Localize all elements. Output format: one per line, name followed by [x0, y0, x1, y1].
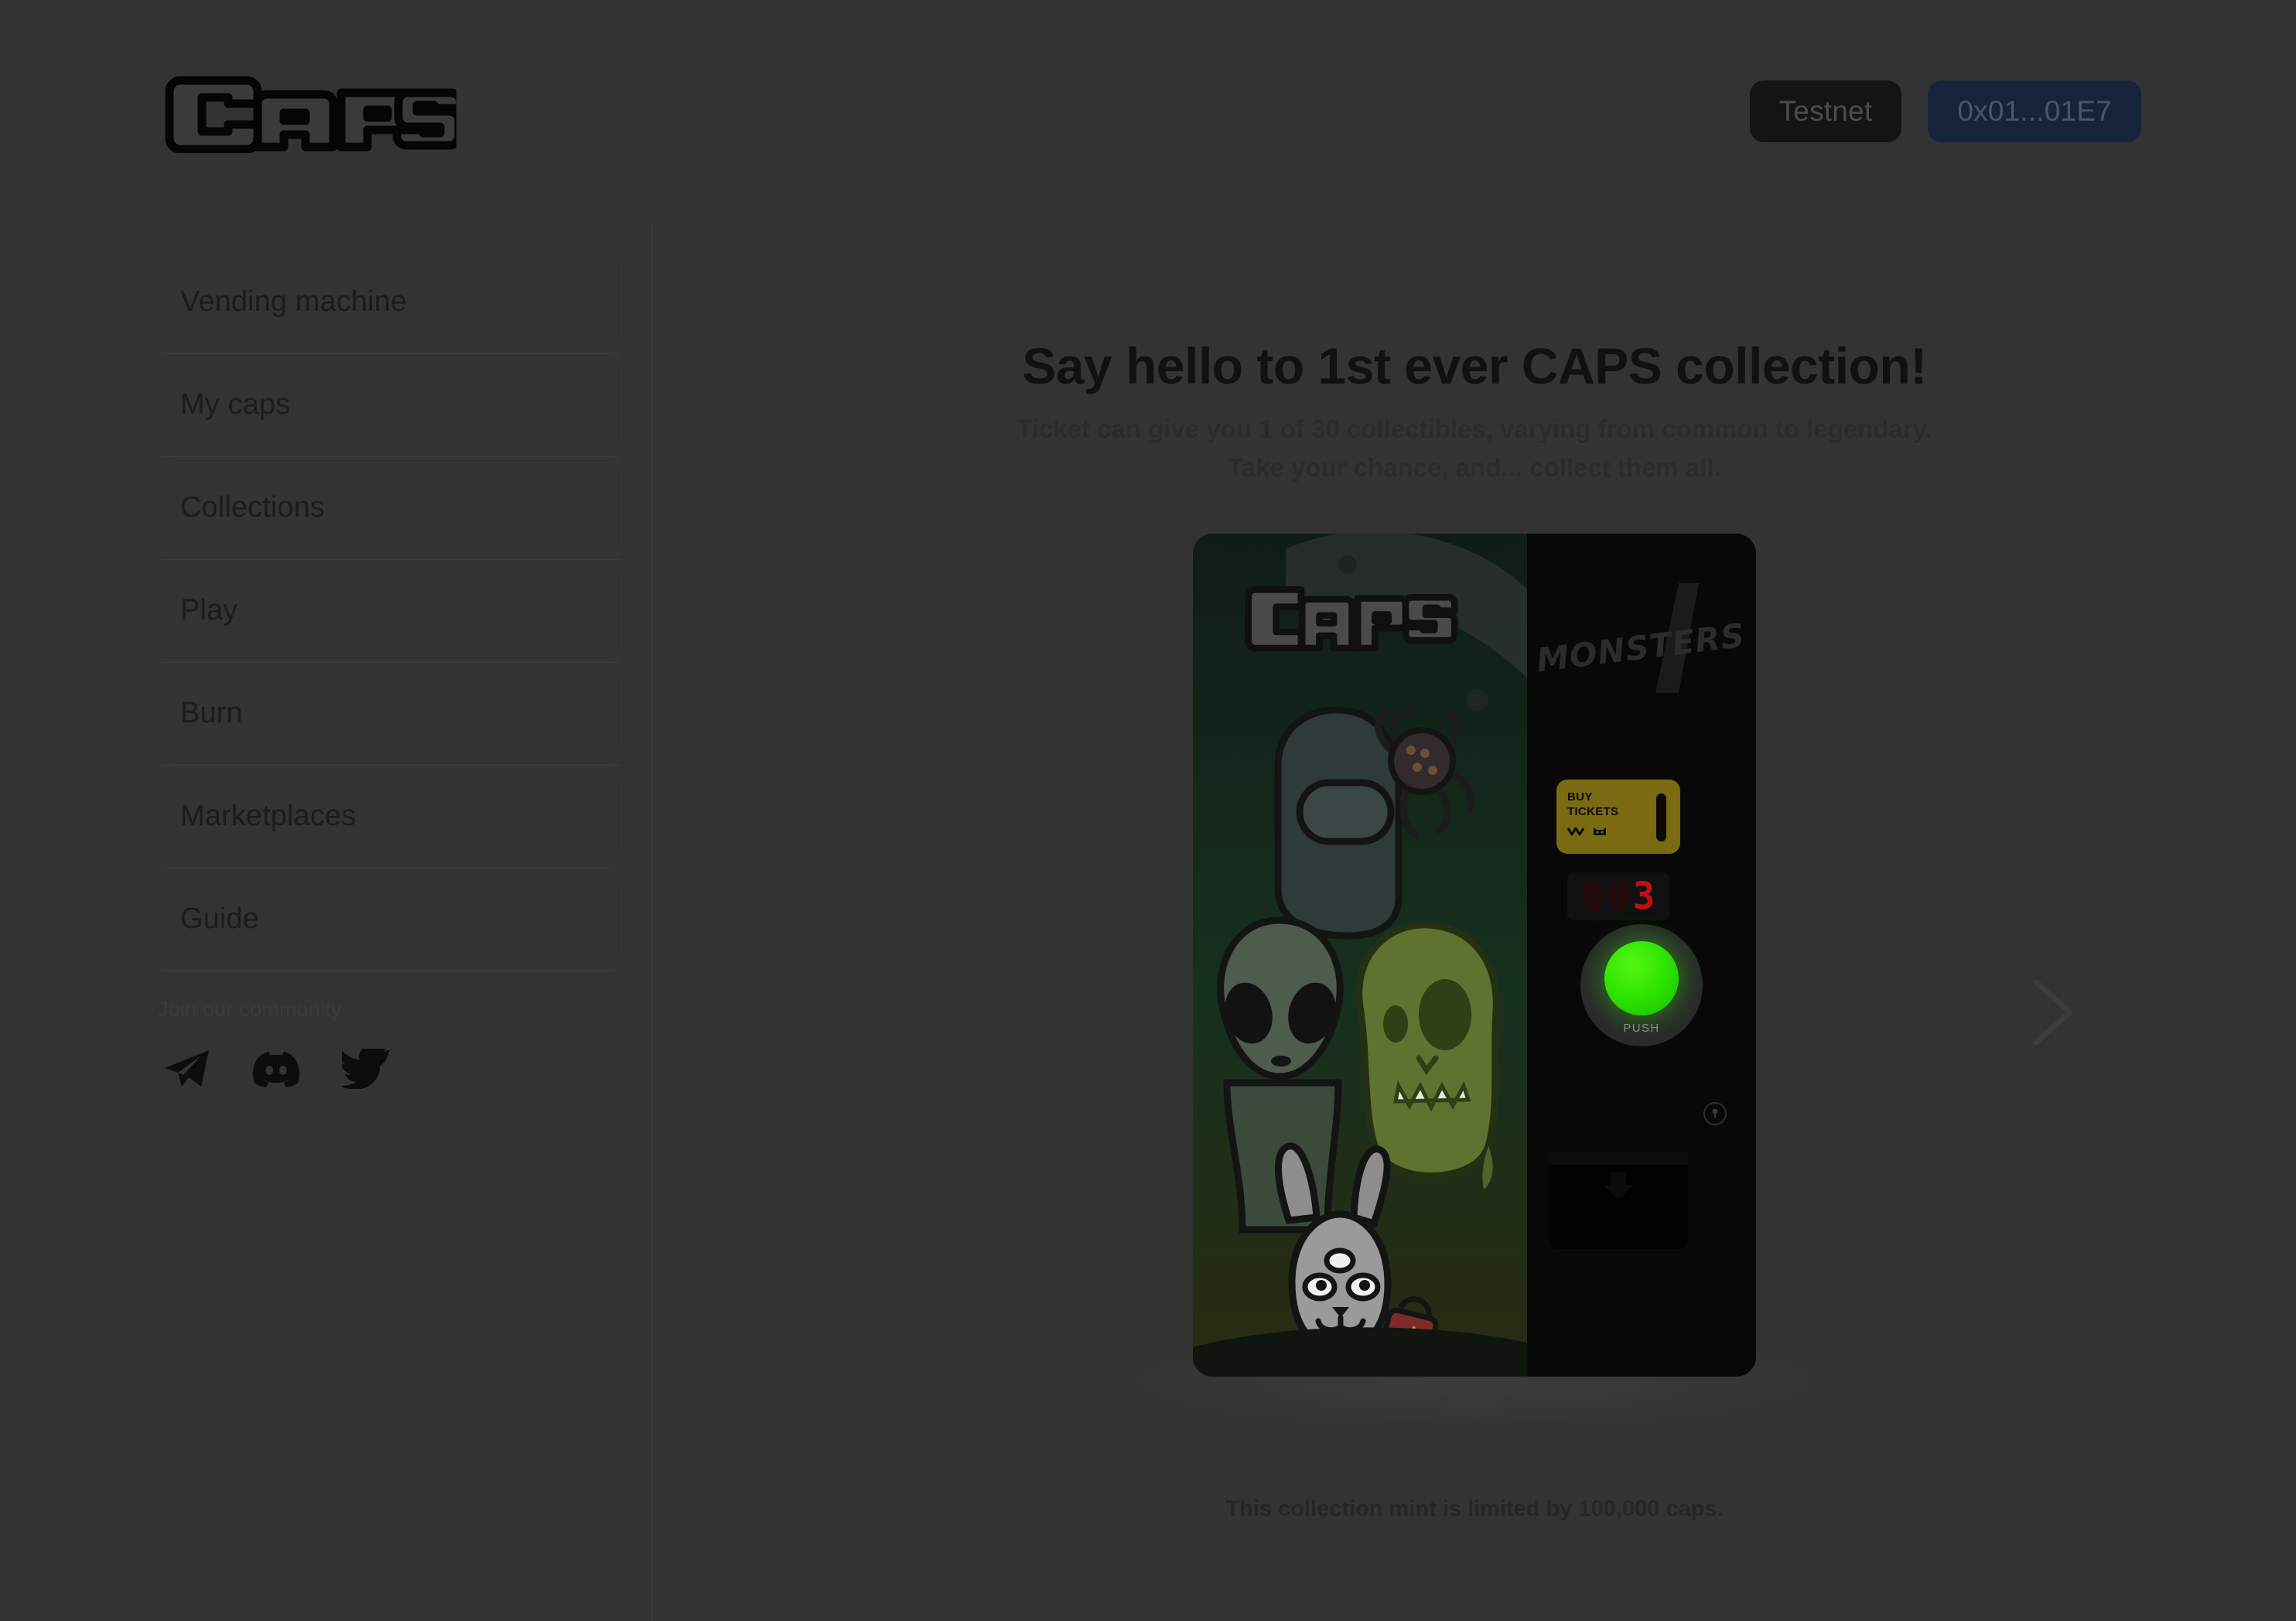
mint-limit-note: This collection mint is limited by 100,0…	[1225, 1496, 1724, 1521]
push-button-label: PUSH	[1623, 1022, 1660, 1035]
machine-display-window	[1193, 534, 1527, 1377]
buy-tickets-slot[interactable]: BUY TICKETS	[1556, 780, 1680, 854]
wave-logo-icon	[1567, 827, 1584, 835]
sidebar-item-guide[interactable]: Guide	[158, 868, 622, 971]
sidebar-item-marketplaces[interactable]: Marketplaces	[158, 765, 622, 868]
machine-brand-monsters: MONSTERS	[1527, 577, 1756, 708]
dispenser-tray[interactable]	[1549, 1152, 1688, 1249]
vending-machine-carousel: MONSTERS BUY TICKETS 0 0 3 PUSH	[653, 534, 2296, 1462]
discord-icon[interactable]	[252, 1045, 300, 1093]
sidebar-item-vending-machine[interactable]: Vending machine	[158, 251, 622, 353]
vending-machine[interactable]: MONSTERS BUY TICKETS 0 0 3 PUSH	[1193, 534, 1756, 1377]
cat-logo-icon	[1594, 827, 1606, 835]
arrow-down-icon	[1603, 1172, 1634, 1200]
network-badge[interactable]: Testnet	[1749, 80, 1902, 142]
sidebar-item-my-caps[interactable]: My caps	[158, 353, 622, 456]
community-label: Join our community	[158, 998, 342, 1021]
counter-digit-3: 3	[1632, 875, 1655, 918]
chevron-right-icon[interactable]	[2024, 974, 2081, 1050]
svg-text:MONSTERS: MONSTERS	[1535, 616, 1748, 680]
ticket-counter-display: 0 0 3	[1567, 872, 1669, 920]
counter-digit-1: 0	[1581, 875, 1604, 918]
sidebar-item-collections[interactable]: Collections	[158, 456, 622, 559]
social-links	[158, 1045, 591, 1093]
sidebar-item-play[interactable]: Play	[158, 559, 622, 662]
subtitle-line-2: Take your chance, and... collect them al…	[1228, 453, 1721, 483]
sidebar: Vending machine My caps Collections Play…	[0, 224, 653, 1621]
counter-digit-2: 0	[1607, 875, 1630, 918]
main-content: Say hello to 1st ever CAPS collection! T…	[653, 224, 2296, 1621]
caps-wordmark-logo[interactable]	[159, 60, 456, 153]
push-button[interactable]: PUSH	[1580, 924, 1703, 1046]
page-title: Say hello to 1st ever CAPS collection!	[1022, 337, 1927, 394]
wallet-address-button[interactable]: 0x01...01E7	[1928, 80, 2141, 142]
card-slot	[1656, 793, 1666, 841]
push-button-dome	[1604, 941, 1679, 1015]
page-subtitle: Ticket can give you 1 of 30 collectibles…	[653, 410, 2296, 487]
subtitle-line-1: Ticket can give you 1 of 30 collectibles…	[1016, 415, 1932, 443]
telegram-icon[interactable]	[162, 1045, 210, 1093]
twitter-icon[interactable]	[342, 1045, 390, 1093]
sidebar-nav: Vending machine My caps Collections Play…	[158, 251, 622, 971]
sidebar-item-burn[interactable]: Burn	[158, 662, 622, 765]
app-root: Testnet 0x01...01E7 Vending machine My c…	[0, 0, 2296, 1621]
community-section: Join our community	[158, 998, 591, 1093]
machine-control-panel: MONSTERS BUY TICKETS 0 0 3 PUSH	[1527, 534, 1756, 1377]
header-actions: Testnet 0x01...01E7	[1749, 80, 2141, 142]
app-header: Testnet 0x01...01E7	[0, 0, 2296, 224]
keyhole-icon	[1703, 1102, 1727, 1125]
